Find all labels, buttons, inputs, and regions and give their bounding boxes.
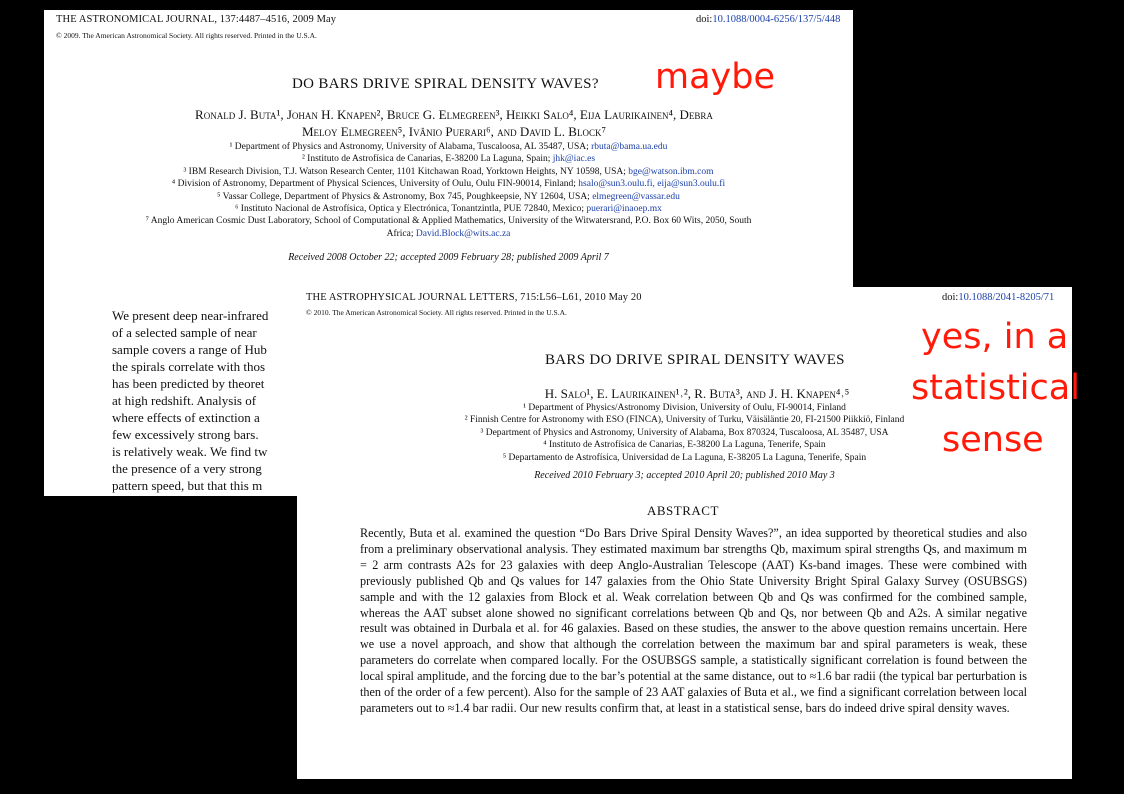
- received-dates: Received 2010 February 3; accepted 2010 …: [534, 470, 835, 481]
- doi-prefix: doi:: [942, 292, 959, 303]
- affiliation: ⁷ Anglo American Cosmic Dust Laboratory,…: [145, 216, 752, 227]
- doi-link[interactable]: 10.1088/0004-6256/137/5/448: [712, 14, 840, 25]
- abstract-line: where effects of extinction a: [112, 410, 260, 425]
- annotation-maybe: maybe: [655, 57, 776, 97]
- annotation-line: statistical: [911, 368, 1080, 408]
- abstract-line: the spirals correlate with thos: [112, 359, 266, 374]
- email-link[interactable]: rbuta@bama.ua.edu: [591, 142, 667, 152]
- annotation-line: yes, in a: [921, 317, 1069, 357]
- email-link[interactable]: puerari@inaoep.mx: [586, 204, 662, 214]
- affiliation: ² Instituto de Astrofísica de Canarias, …: [301, 154, 596, 165]
- abstract-line: is relatively weak. We find tw: [112, 444, 268, 459]
- paper-title: DO BARS DRIVE SPIRAL DENSITY WAVES?: [292, 76, 599, 92]
- journal-header: THE ASTROPHYSICAL JOURNAL LETTERS, 715:L…: [306, 292, 642, 303]
- email-link[interactable]: David.Block@wits.ac.za: [416, 229, 511, 239]
- received-dates: Received 2008 October 22; accepted 2009 …: [288, 252, 609, 263]
- email-link[interactable]: elmegreen@vassar.edu: [592, 192, 680, 202]
- affiliation: ¹ Department of Physics and Astronomy, U…: [229, 142, 668, 152]
- email-link[interactable]: hsalo@sun3.oulu.fi, eija@sun3.oulu.fi: [578, 179, 725, 189]
- copyright-notice: © 2010. The American Astronomical Societ…: [306, 308, 567, 317]
- abstract-line: has been predicted by theoret: [112, 376, 265, 391]
- affiliation: ⁴ Division of Astronomy, Department of P…: [171, 179, 726, 190]
- doi-link[interactable]: 10.1088/2041-8205/71: [958, 292, 1054, 303]
- abstract-line: at high redshift. Analysis of: [112, 393, 257, 408]
- abstract-line: the presence of a very strong: [112, 461, 262, 476]
- journal-header: THE ASTRONOMICAL JOURNAL, 137:4487–4516,…: [56, 14, 337, 25]
- abstract-line: We present deep near-infrared: [112, 308, 269, 323]
- doi-line: doi:10.1088/0004-6256/137/5/448: [696, 14, 840, 25]
- abstract-line: sample covers a range of Hub: [112, 342, 267, 357]
- author-list: Ronald J. Buta¹, Johan H. Knapen², Bruce…: [84, 106, 824, 140]
- author-line: Meloy Elmegreen⁵, Ivânio Puerari⁶, and D…: [302, 124, 606, 139]
- affiliation: ⁵ Vassar College, Department of Physics …: [217, 191, 680, 202]
- affiliation: ³ IBM Research Division, T.J. Watson Res…: [183, 166, 714, 177]
- doi-prefix: doi:: [696, 14, 713, 25]
- affiliations: ¹ Department of Physics and Astronomy, U…: [44, 141, 853, 240]
- author-line: Ronald J. Buta¹, Johan H. Knapen², Bruce…: [195, 107, 713, 122]
- abstract-line: of a selected sample of near: [112, 325, 257, 340]
- copyright-notice: © 2009. The American Astronomical Societ…: [56, 31, 317, 40]
- abstract-heading: ABSTRACT: [647, 503, 719, 518]
- paper-2010-astrophysical-journal-letters: THE ASTROPHYSICAL JOURNAL LETTERS, 715:L…: [297, 287, 1072, 779]
- email-link[interactable]: bge@watson.ibm.com: [628, 167, 713, 177]
- doi-line: doi:10.1088/2041-8205/71: [942, 292, 1054, 303]
- affiliation: Africa; David.Block@wits.ac.za: [386, 228, 511, 239]
- annotation-line: sense: [942, 420, 1044, 460]
- affiliation: ⁶ Instituto Nacional de Astrofísica, Opt…: [235, 204, 662, 215]
- author-list: H. Salo¹, E. Laurikainen¹˒², R. Buta³, a…: [544, 386, 850, 401]
- abstract-line: pattern speed, but that this m: [112, 478, 263, 493]
- paper-title: BARS DO DRIVE SPIRAL DENSITY WAVES: [545, 352, 845, 368]
- abstract-line: few excessively strong bars.: [112, 427, 259, 442]
- abstract-body: Recently, Buta et al. examined the quest…: [360, 526, 1027, 715]
- email-link[interactable]: jhk@iac.es: [553, 154, 595, 164]
